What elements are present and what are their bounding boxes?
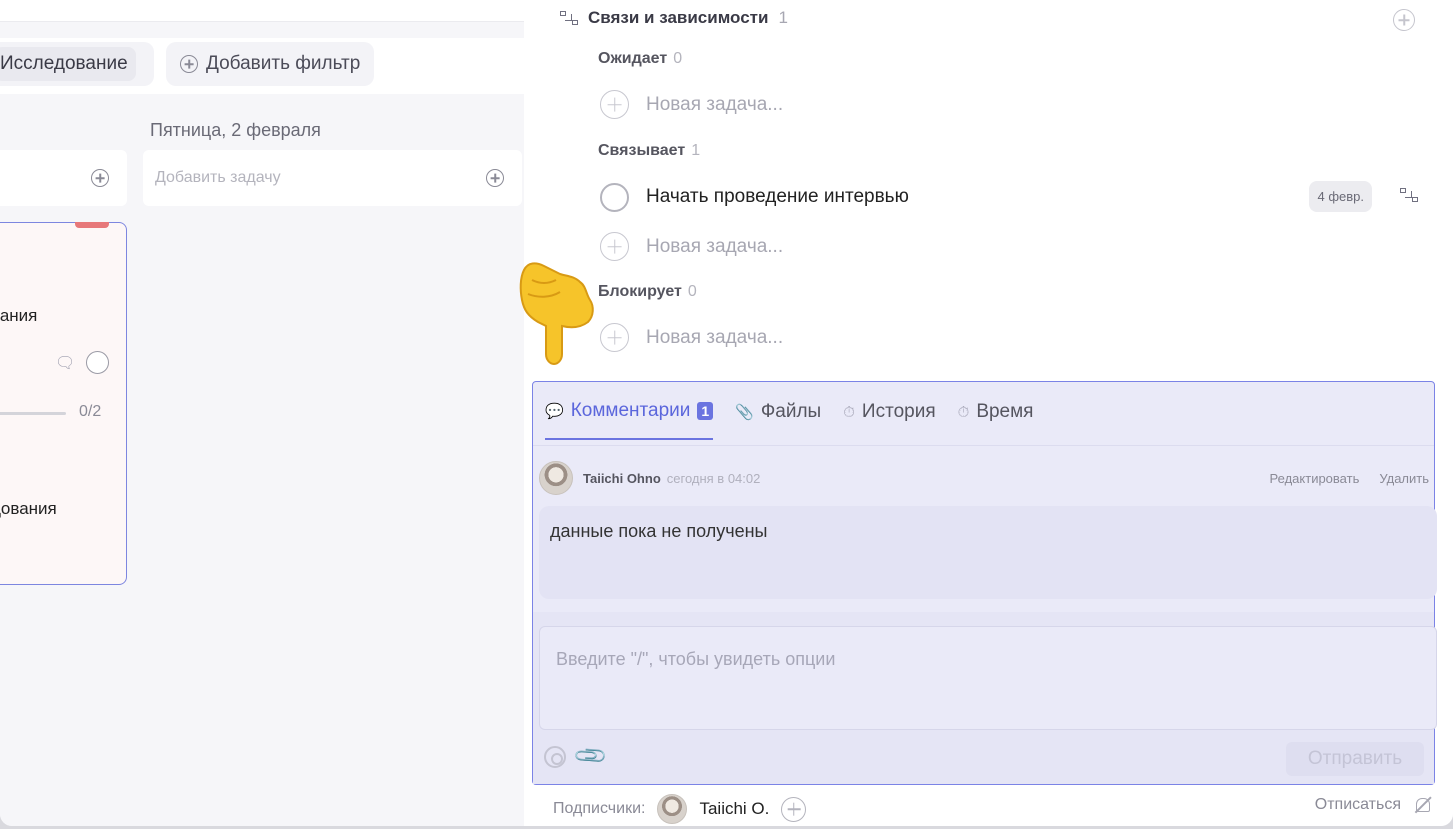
- delete-comment-button[interactable]: Удалить: [1379, 471, 1429, 486]
- add-subscriber-icon[interactable]: [781, 796, 807, 822]
- add-task-placeholder: Добавить задачу: [155, 169, 281, 186]
- group-count: 1: [691, 142, 701, 159]
- subscribers: Подписчики: Taiichi O.: [553, 794, 807, 824]
- task-board: Исследование Добавить фильтр Пятница, 2 …: [0, 0, 524, 826]
- linked-task-row[interactable]: Начать проведение интервью 4 февр.: [600, 181, 1420, 213]
- detail-tabs: 💬 Комментарии 1 📎 Файлы ⏱ История ⏱ Врем…: [545, 400, 1033, 440]
- comment-header: Taiichi Ohno сегодня в 04:02 Редактирова…: [539, 461, 1429, 495]
- tab-time[interactable]: ⏱ Время: [958, 401, 1034, 439]
- task-detail-panel: Связи и зависимости 1 Ожидает 0 Новая зад…: [524, 0, 1453, 826]
- group-label: Связывает: [598, 142, 686, 159]
- add-dependency-icon[interactable]: [1393, 9, 1415, 31]
- priority-tag: [75, 222, 109, 228]
- comment-body: данные пока не получены: [539, 506, 1437, 599]
- new-task-waiting[interactable]: Новая задача...: [600, 90, 783, 119]
- group-count: 0: [687, 283, 697, 300]
- add-task-card-prev[interactable]: [0, 150, 127, 206]
- tab-label: История: [861, 401, 936, 422]
- add-task-card[interactable]: Добавить задачу: [143, 150, 522, 206]
- linked-task-date-badge: 4 февр.: [1309, 181, 1372, 212]
- unsubscribe-button[interactable]: Отписаться: [1315, 796, 1431, 814]
- comment-input[interactable]: Введите "/", чтобы увидеть опции: [539, 626, 1437, 730]
- edit-comment-button[interactable]: Редактировать: [1270, 471, 1360, 486]
- group-blocks: Блокирует 0: [598, 283, 697, 301]
- new-task-label: Новая задача...: [646, 326, 784, 348]
- new-task-label: Новая задача...: [646, 93, 784, 115]
- add-filter-label: Добавить фильтр: [206, 53, 361, 74]
- task-card-subtitle: дования: [0, 499, 57, 518]
- unsubscribe-label: Отписаться: [1314, 796, 1401, 813]
- avatar[interactable]: [657, 794, 688, 824]
- bell-off-icon: [1413, 796, 1431, 814]
- tabs-divider: [533, 445, 1434, 446]
- group-label: Блокирует: [598, 283, 682, 300]
- stopwatch-icon: ⏱: [843, 403, 855, 421]
- new-task-blocks[interactable]: Новая задача...: [600, 323, 783, 352]
- avatar[interactable]: [539, 461, 573, 495]
- link-icon[interactable]: [1400, 188, 1418, 202]
- tab-label: Комментарии: [570, 400, 691, 421]
- linked-task-name[interactable]: Начать проведение интервью: [646, 186, 909, 208]
- dependencies-section-header[interactable]: Связи и зависимости 1: [560, 8, 788, 28]
- plus-circle-icon: [600, 90, 629, 119]
- tab-history[interactable]: ⏱ История: [843, 401, 935, 439]
- group-links: Связывает 1: [598, 142, 700, 160]
- subscribers-label: Подписчики:: [553, 800, 646, 817]
- speech-bubble-icon: 💬: [545, 403, 564, 420]
- paperclip-icon: 📎: [735, 404, 754, 421]
- tab-comments[interactable]: 💬 Комментарии 1: [545, 400, 714, 440]
- plus-circle-icon[interactable]: [486, 169, 504, 187]
- plus-circle-icon: [600, 323, 629, 352]
- plus-circle-icon: [180, 55, 198, 73]
- dependencies-count: 1: [778, 8, 788, 27]
- comment-composer: Введите "/", чтобы увидеть опции 📎 Отпра…: [533, 612, 1437, 784]
- group-count: 0: [673, 50, 683, 67]
- progress-bar: [0, 412, 66, 415]
- filter-chip-research[interactable]: Исследование: [0, 47, 136, 81]
- link-icon: [560, 11, 578, 25]
- progress-count: 0/2: [79, 403, 102, 420]
- comments-count-badge: 1: [697, 402, 714, 420]
- group-label: Ожидает: [598, 50, 668, 67]
- comment-time: сегодня в 04:02: [666, 470, 761, 486]
- mention-icon[interactable]: [544, 746, 566, 768]
- task-card[interactable]: вания 🗨 0/2 дования: [0, 222, 127, 585]
- plus-circle-icon[interactable]: [91, 169, 109, 187]
- task-checkbox[interactable]: [600, 182, 629, 212]
- comment-actions: Редактировать Удалить: [1270, 471, 1429, 486]
- group-waiting: Ожидает 0: [598, 50, 682, 68]
- complete-checkbox[interactable]: [86, 351, 109, 374]
- day-column-title: Пятница, 2 февраля: [150, 120, 321, 140]
- comment-icon: 🗨: [55, 355, 76, 372]
- comment-author[interactable]: Taiichi Ohno: [583, 471, 661, 486]
- comments-section: 💬 Комментарии 1 📎 Файлы ⏱ История ⏱ Врем…: [532, 381, 1437, 785]
- task-card-title: вания: [0, 306, 38, 325]
- send-button[interactable]: Отправить: [1286, 742, 1424, 776]
- tab-label: Файлы: [760, 401, 822, 422]
- plus-circle-icon: [600, 232, 629, 261]
- subscriber-name[interactable]: Taiichi O.: [699, 799, 769, 819]
- add-filter-button[interactable]: Добавить фильтр: [166, 42, 375, 86]
- dependencies-title: Связи и зависимости: [588, 8, 769, 27]
- app-window: Исследование Добавить фильтр Пятница, 2 …: [0, 0, 1453, 826]
- stopwatch-icon: ⏱: [957, 403, 970, 421]
- pointing-hand-cursor-icon: [519, 262, 594, 366]
- tab-label: Время: [976, 401, 1034, 422]
- top-navigation: [0, 0, 524, 22]
- tab-files[interactable]: 📎 Файлы: [735, 401, 821, 439]
- new-task-links[interactable]: Новая задача...: [600, 232, 783, 261]
- new-task-label: Новая задача...: [646, 235, 784, 257]
- paperclip-icon[interactable]: 📎: [572, 737, 610, 775]
